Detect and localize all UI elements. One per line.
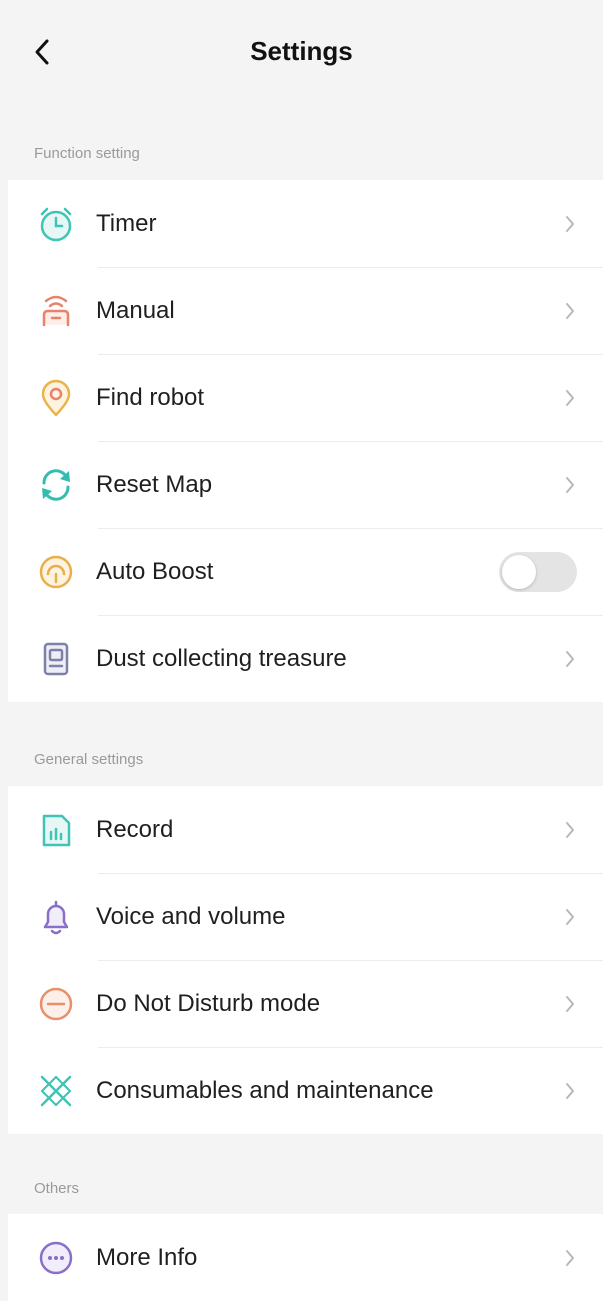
page-title: Settings [250, 36, 353, 66]
do-not-disturb-icon [34, 982, 78, 1026]
row-label-voice-volume: Voice and volume [96, 902, 286, 930]
toggle-knob [502, 554, 536, 589]
chevron-right-icon [563, 820, 577, 840]
row-dust-collecting[interactable]: Dust collecting treasure [8, 615, 603, 702]
chevron-right-icon [563, 1248, 577, 1268]
row-timer[interactable]: Timer [8, 180, 603, 267]
row-do-not-disturb[interactable]: Do Not Disturb mode [8, 960, 603, 1047]
dust-station-icon [34, 637, 78, 681]
row-label-more-info: More Info [96, 1243, 198, 1271]
function-settings-group: Timer Manual Find robot Reset Map Auto B… [8, 180, 603, 702]
more-info-icon [34, 1236, 78, 1280]
row-label-auto-boost: Auto Boost [96, 557, 214, 585]
chevron-right-icon [563, 907, 577, 927]
row-voice-volume[interactable]: Voice and volume [8, 873, 603, 960]
chevron-right-icon [563, 649, 577, 669]
others-group: More Info [8, 1214, 603, 1301]
row-label-find-robot: Find robot [96, 383, 205, 411]
row-label-do-not-disturb: Do Not Disturb mode [96, 989, 321, 1017]
top-bar: Settings [0, 0, 603, 108]
consumables-icon [34, 1069, 78, 1113]
section-header-function: Function setting [34, 145, 140, 162]
bell-icon [34, 895, 78, 939]
chevron-right-icon [563, 475, 577, 495]
row-label-dust-collecting: Dust collecting treasure [96, 644, 347, 672]
refresh-icon [34, 463, 78, 507]
general-settings-group: Record Voice and volume Do Not Disturb m… [8, 786, 603, 1134]
row-label-manual: Manual [96, 296, 175, 324]
row-record[interactable]: Record [8, 786, 603, 873]
row-auto-boost: Auto Boost [8, 528, 603, 615]
row-label-record: Record [96, 815, 174, 843]
row-label-timer: Timer [96, 209, 157, 237]
row-consumables[interactable]: Consumables and maintenance [8, 1047, 603, 1134]
remote-signal-icon [34, 289, 78, 333]
chevron-right-icon [563, 1081, 577, 1101]
auto-boost-toggle[interactable] [499, 551, 577, 592]
alarm-clock-icon [34, 202, 78, 246]
chevron-right-icon [563, 994, 577, 1014]
chevron-right-icon [563, 388, 577, 408]
location-pin-icon [34, 376, 78, 420]
row-find-robot[interactable]: Find robot [8, 354, 603, 441]
boost-gauge-icon [34, 550, 78, 594]
row-more-info[interactable]: More Info [8, 1214, 603, 1301]
row-label-consumables: Consumables and maintenance [96, 1076, 434, 1104]
row-manual[interactable]: Manual [8, 267, 603, 354]
chevron-right-icon [563, 214, 577, 234]
chevron-right-icon [563, 301, 577, 321]
record-chart-icon [34, 808, 78, 852]
row-label-reset-map: Reset Map [96, 470, 213, 498]
section-header-others: Others [34, 1180, 80, 1197]
section-header-general: General settings [34, 751, 144, 768]
row-reset-map[interactable]: Reset Map [8, 441, 603, 528]
